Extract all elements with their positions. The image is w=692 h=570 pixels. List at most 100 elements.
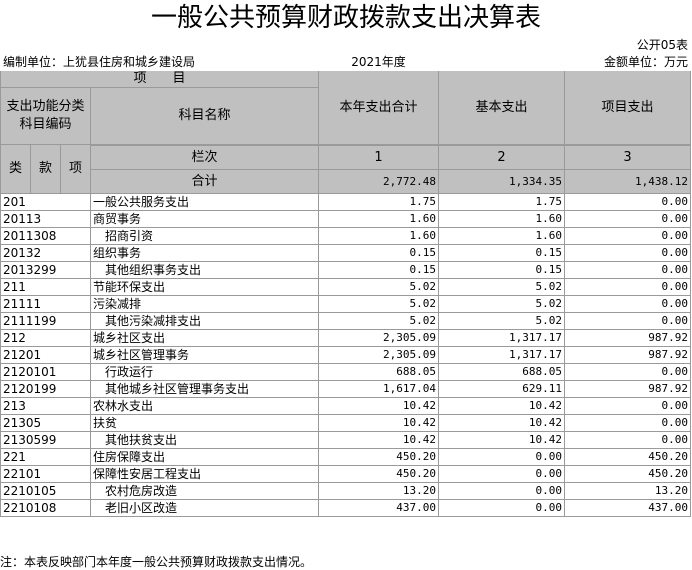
subject-name: 招商引资 (90, 227, 319, 245)
table-row: 2120199 其他城乡社区管理事务支出 1,617.04 629.11 987.92 (0, 380, 692, 398)
project-value: 0.00 (564, 193, 692, 211)
subject-name: 老旧小区改造 (90, 499, 319, 517)
column-number-row: 栏次 1 2 3 (1, 145, 692, 171)
subject-name: 组织事务 (90, 244, 319, 262)
total-value: 5.02 (318, 278, 439, 296)
basic-value: 1,317.17 (437, 329, 566, 347)
table-number-row: 公开05表 (1, 37, 691, 54)
table-row: 213 农林水支出 10.42 10.42 0.00 (0, 397, 692, 415)
project-value: 13.20 (564, 482, 692, 500)
basic-value: 0.15 (437, 244, 566, 262)
header-name: 科目名称 (90, 87, 319, 145)
total-project: 1,438.12 (564, 169, 692, 194)
total-value: 10.42 (318, 397, 439, 415)
subject-code: 2120101 (0, 363, 91, 381)
table-row: 211 节能环保支出 5.02 5.02 0.00 (0, 278, 692, 296)
total-value: 2,305.09 (318, 346, 439, 364)
page-title: 一般公共预算财政拨款支出决算表 (150, 3, 541, 33)
subject-code: 21201 (0, 346, 91, 364)
basic-value: 5.02 (437, 295, 566, 313)
subject-name: 其他城乡社区管理事务支出 (90, 380, 319, 398)
project-value: 0.00 (564, 363, 692, 381)
subject-code: 2210105 (0, 482, 91, 500)
header-basic: 基本支出 (437, 70, 566, 145)
column-number-2: 2 (437, 145, 566, 171)
basic-value: 1,317.17 (437, 346, 566, 364)
basic-value: 629.11 (437, 380, 566, 398)
table-row: 22101 保障性安居工程支出 450.20 0.00 450.20 (0, 465, 692, 483)
total-value: 437.00 (318, 499, 439, 517)
table-row: 2111199 其他污染减排支出 5.02 5.02 0.00 (0, 312, 692, 330)
subject-code: 20113 (0, 210, 91, 228)
meta-row: 编制单位：上犹县住房和城乡建设局 2021年度 金额单位：万元 (1, 54, 691, 71)
subject-code: 201 (0, 193, 91, 211)
header-item: 项 目 (0, 70, 319, 88)
header-kuan: 款 (30, 144, 61, 194)
project-value: 0.00 (564, 312, 692, 330)
total-value: 10.42 (318, 431, 439, 449)
subject-code: 2011308 (0, 227, 91, 245)
table-row: 20113 商贸事务 1.60 1.60 0.00 (0, 210, 692, 228)
expenditure-table: 公开05表 编制单位：上犹县住房和城乡建设局 2021年度 金额单位：万元 项 … (0, 36, 692, 517)
subject-name: 污染减排 (90, 295, 319, 313)
table-row: 221 住房保障支出 450.20 0.00 450.20 (0, 448, 692, 466)
header-row-1: 项 目 本年支出合计 基本支出 项目支出 (0, 70, 692, 145)
spreadsheet-sheet: 一般公共预算财政拨款支出决算表 公开05表 编制单位：上犹县住房和城乡建设局 2… (0, 0, 692, 570)
project-value: 437.00 (564, 499, 692, 517)
subject-name: 农林水支出 (90, 397, 319, 415)
total-value: 450.20 (318, 448, 439, 466)
column-number-label: 栏次 (90, 145, 319, 171)
project-value: 987.92 (564, 346, 692, 364)
basic-value: 0.00 (437, 448, 566, 466)
total-value: 1.75 (318, 193, 439, 211)
subject-code: 21305 (0, 414, 91, 432)
subject-name: 其他组织事务支出 (90, 261, 319, 279)
project-value: 0.00 (564, 295, 692, 313)
project-value: 0.00 (564, 210, 692, 228)
header-total: 本年支出合计 (318, 70, 439, 145)
subject-code: 22101 (0, 465, 91, 483)
project-value: 0.00 (564, 227, 692, 245)
total-value: 10.42 (318, 414, 439, 432)
fiscal-year: 2021年度 (351, 55, 406, 69)
basic-value: 10.42 (437, 397, 566, 415)
compiling-unit: 编制单位：上犹县住房和城乡建设局 (3, 55, 196, 69)
table-row: 20132 组织事务 0.15 0.15 0.00 (0, 244, 692, 262)
total-value: 0.15 (318, 244, 439, 262)
project-value: 0.00 (564, 397, 692, 415)
table-row: 2120101 行政运行 688.05 688.05 0.00 (0, 363, 692, 381)
footnote: 注：本表反映部门本年度一般公共预算财政拨款支出情况。 (0, 555, 313, 569)
total-value: 5.02 (318, 295, 439, 313)
subject-name: 节能环保支出 (90, 278, 319, 296)
total-basic: 1,334.35 (437, 169, 566, 194)
project-value: 0.00 (564, 414, 692, 432)
total-value: 5.02 (318, 312, 439, 330)
table-row: 201 一般公共服务支出 1.75 1.75 0.00 (0, 193, 692, 211)
total-value: 688.05 (318, 363, 439, 381)
total-value: 450.20 (318, 465, 439, 483)
basic-value: 0.00 (437, 499, 566, 517)
subject-name: 住房保障支出 (90, 448, 319, 466)
basic-value: 1.60 (437, 210, 566, 228)
table-row: 21201 城乡社区管理事务 2,305.09 1,317.17 987.92 (0, 346, 692, 364)
header-project: 项目支出 (564, 70, 692, 145)
basic-value: 0.00 (437, 482, 566, 500)
subject-code: 221 (0, 448, 91, 466)
total-value: 2,305.09 (318, 329, 439, 347)
table-row: 212 城乡社区支出 2,305.09 1,317.17 987.92 (0, 329, 692, 347)
project-value: 0.00 (564, 244, 692, 262)
basic-value: 1.60 (437, 227, 566, 245)
basic-value: 688.05 (437, 363, 566, 381)
total-value: 1.60 (318, 227, 439, 245)
table-row: 2011308 招商引资 1.60 1.60 0.00 (0, 227, 692, 245)
subject-name: 行政运行 (90, 363, 319, 381)
subject-name: 一般公共服务支出 (90, 193, 319, 211)
subject-code: 21111 (0, 295, 91, 313)
project-value: 450.20 (564, 465, 692, 483)
subject-name: 农村危房改造 (90, 482, 319, 500)
basic-value: 10.42 (437, 414, 566, 432)
header-xiang: 项 (60, 144, 91, 194)
basic-value: 0.00 (437, 465, 566, 483)
table-row: 2210108 老旧小区改造 437.00 0.00 437.00 (0, 499, 692, 517)
subject-name: 其他污染减排支出 (90, 312, 319, 330)
